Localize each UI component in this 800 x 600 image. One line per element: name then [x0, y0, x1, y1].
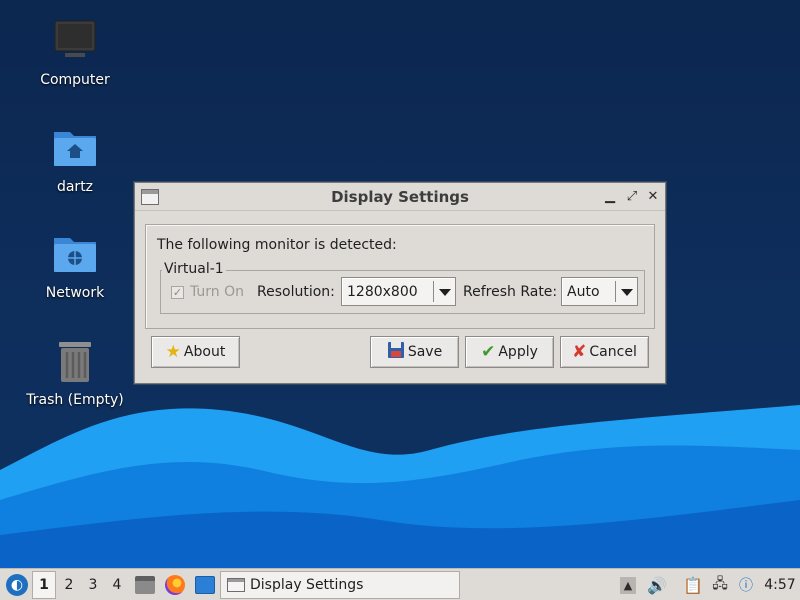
desktop-icon-label: Trash (Empty) [26, 392, 124, 408]
save-button-label: Save [407, 344, 443, 360]
minimize-icon: ▁ [605, 189, 615, 204]
clipboard-icon: 📋 [683, 575, 703, 595]
clock-time: 4:57 [764, 577, 796, 593]
workspace-label: 4 [112, 577, 122, 593]
home-folder-icon [51, 125, 99, 173]
desktop-icon-trash[interactable]: Trash (Empty) [5, 338, 145, 408]
trash-icon [51, 338, 99, 386]
clipboard-button[interactable]: 📋 [682, 569, 704, 600]
lubuntu-logo-icon: ◐ [6, 574, 28, 596]
workspace-3[interactable]: 3 [81, 569, 105, 600]
resolution-select[interactable]: 1280x800 [341, 277, 456, 306]
apply-button[interactable]: ✔ Apply [465, 336, 554, 368]
cross-icon: ✘ [572, 341, 587, 362]
monitor-name: Virtual-1 [162, 261, 226, 277]
desktop-icon-computer[interactable]: Computer [5, 18, 145, 88]
file-manager-icon [135, 576, 155, 594]
desktop-icon-dartz[interactable]: dartz [5, 125, 145, 195]
resolution-label: Resolution: [257, 284, 335, 300]
floppy-disk-icon [387, 341, 405, 363]
turn-on-label: Turn On [190, 284, 245, 300]
apply-button-label: Apply [498, 344, 538, 360]
volume-button[interactable]: 🔊 [646, 569, 668, 600]
show-desktop-button[interactable] [192, 569, 218, 600]
monitor-frame: The following monitor is detected: Virtu… [145, 224, 655, 329]
star-icon: ★ [165, 341, 181, 362]
save-button[interactable]: Save [370, 336, 459, 368]
desktop-icon [195, 576, 215, 594]
desktop-icon-network[interactable]: Network [5, 231, 145, 301]
tray-scroll-button[interactable]: ▲ [617, 569, 639, 600]
refresh-rate-value: Auto [567, 284, 600, 300]
network-icon: 🖧 [712, 576, 728, 592]
desktop-icon-label: Network [45, 285, 105, 301]
firefox-icon [165, 575, 185, 595]
workspace-label: 1 [39, 577, 49, 593]
taskbar: ◐ 1 2 3 4 Display Settings ▲ 🔊 📋 🖧 ⓘ 4:5… [0, 568, 800, 600]
task-label: Display Settings [250, 577, 364, 593]
update-notifier-button[interactable]: ⓘ [735, 569, 757, 600]
taskbar-task-display-settings[interactable]: Display Settings [220, 571, 460, 599]
checkbox-check-icon: ✓ [171, 285, 184, 299]
close-icon: ✕ [647, 189, 659, 204]
monitor-group: Virtual-1 ✓ Turn On Resolution: 1280x800… [160, 261, 645, 314]
app-menu-button[interactable]: ◐ [2, 569, 32, 600]
resolution-value: 1280x800 [347, 284, 418, 300]
computer-icon [51, 18, 99, 66]
detected-label: The following monitor is detected: [157, 237, 397, 253]
workspace-4[interactable]: 4 [105, 569, 129, 600]
desktop-icon-label: Computer [40, 72, 110, 88]
close-button[interactable]: ✕ [645, 188, 661, 206]
clock[interactable]: 4:57 [760, 569, 800, 600]
workspace-2[interactable]: 2 [57, 569, 81, 600]
workspace-1[interactable]: 1 [32, 571, 56, 599]
speaker-icon: 🔊 [647, 575, 667, 595]
network-folder-icon [51, 231, 99, 279]
window-app-icon [227, 578, 245, 592]
maximize-button[interactable]: ⤢ [624, 188, 640, 206]
check-icon: ✔ [481, 341, 496, 362]
file-manager-launcher[interactable] [132, 569, 158, 600]
network-button[interactable]: 🖧 [709, 569, 731, 600]
workspace-label: 3 [88, 577, 98, 593]
minimize-button[interactable]: ▁ [602, 188, 618, 206]
refresh-rate-label: Refresh Rate: [463, 284, 558, 300]
about-button-label: About [183, 344, 226, 360]
window-titlebar[interactable]: Display Settings ▁ ⤢ ✕ [135, 183, 665, 211]
notification-icon: ⓘ [739, 578, 753, 594]
chevron-down-icon [433, 281, 453, 302]
firefox-launcher[interactable] [162, 569, 188, 600]
workspace-label: 2 [64, 577, 74, 593]
turn-on-checkbox[interactable]: ✓ Turn On [171, 284, 244, 300]
maximize-icon: ⤢ [626, 189, 638, 204]
cancel-button[interactable]: ✘ Cancel [560, 336, 649, 368]
cancel-button-label: Cancel [589, 344, 637, 360]
chevron-down-icon [615, 281, 635, 302]
refresh-rate-select[interactable]: Auto [561, 277, 638, 306]
display-settings-window: Display Settings ▁ ⤢ ✕ The following mon… [134, 182, 666, 384]
window-title: Display Settings [331, 188, 469, 206]
arrow-up-icon: ▲ [619, 576, 637, 594]
desktop-icon-label: dartz [56, 179, 94, 195]
about-button[interactable]: ★ About [151, 336, 240, 368]
